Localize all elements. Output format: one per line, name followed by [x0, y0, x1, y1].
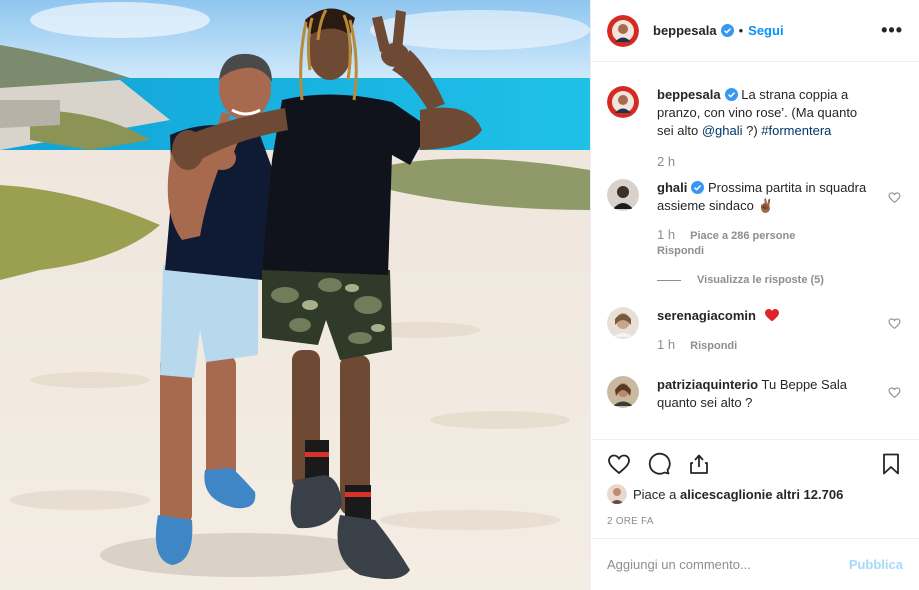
- avatar[interactable]: [607, 14, 639, 47]
- replies-divider: [657, 279, 681, 281]
- red-heart-emoji-icon: [764, 308, 779, 322]
- avatar[interactable]: [607, 484, 627, 504]
- comment-input[interactable]: [607, 557, 849, 572]
- comment-username[interactable]: ghali: [657, 180, 687, 195]
- comment: ghali Prossima partita in squadra assiem…: [607, 179, 903, 289]
- action-bar: [607, 440, 903, 488]
- post-header: beppesala • Segui •••: [591, 0, 919, 62]
- follow-button[interactable]: Segui: [748, 23, 783, 38]
- comment-time[interactable]: 1 h: [657, 337, 675, 352]
- reply-button[interactable]: Rispondi: [690, 340, 737, 352]
- view-replies-button[interactable]: Visualizza le risposte (5): [657, 271, 875, 289]
- like-comment-heart-icon[interactable]: [888, 317, 901, 330]
- hashtag-link[interactable]: #formentera: [761, 123, 831, 138]
- comment-time[interactable]: 1 h: [657, 227, 675, 242]
- comment-text: Prossima partita in squadra assieme sind…: [657, 180, 867, 213]
- avatar[interactable]: [607, 179, 639, 211]
- verified-icon: [691, 181, 705, 194]
- comment: serenagiacomin 1 h Rispondi: [607, 307, 903, 354]
- author-username[interactable]: beppesala: [653, 23, 717, 38]
- likes-summary: Piace a alicescaglioni e altri 12.706: [607, 484, 903, 504]
- caption-time[interactable]: 2 h: [657, 154, 675, 169]
- beach-photo-illustration: [0, 0, 590, 590]
- comment-body: serenagiacomin 1 h Rispondi: [657, 307, 808, 354]
- share-icon[interactable]: [687, 452, 711, 476]
- mention-link[interactable]: @ghali: [702, 123, 743, 138]
- verified-icon: [724, 88, 738, 101]
- post-side-panel: beppesala • Segui ••• beppesala La stran…: [590, 0, 919, 590]
- comment-meta: 1 h Rispondi: [657, 337, 780, 354]
- separator-dot: •: [738, 23, 744, 38]
- like-comment-heart-icon[interactable]: [888, 386, 901, 399]
- likes-user-link[interactable]: alicescaglioni: [680, 487, 765, 502]
- caption-meta: 2 h: [657, 154, 875, 171]
- comment-meta: 1 h Piace a 286 persone Rispondi: [657, 227, 875, 259]
- view-replies-label: Visualizza le risposte (5): [697, 274, 824, 286]
- likes-prefix: Piace a: [633, 486, 677, 502]
- comment-icon[interactable]: [647, 452, 671, 476]
- like-comment-heart-icon[interactable]: [888, 191, 901, 204]
- post-timestamp[interactable]: 2 ORE FA: [607, 516, 903, 527]
- bookmark-icon[interactable]: [879, 452, 903, 476]
- likes-others-link[interactable]: e altri 12.706: [765, 487, 843, 502]
- post-actions: Piace a alicescaglioni e altri 12.706 2 …: [591, 439, 919, 527]
- avatar[interactable]: [607, 86, 639, 118]
- caption: beppesala La strana coppia a pranzo, con…: [607, 86, 903, 171]
- post-photo[interactable]: [0, 0, 590, 590]
- reply-button[interactable]: Rispondi: [657, 245, 704, 257]
- comment-body: patriziaquinterio Tu Beppe Sala quanto s…: [657, 376, 903, 412]
- comment-username[interactable]: serenagiacomin: [657, 308, 756, 323]
- verified-icon: [720, 24, 734, 37]
- avatar[interactable]: [607, 376, 639, 408]
- heart-icon[interactable]: [607, 452, 631, 476]
- avatar[interactable]: [607, 307, 639, 339]
- caption-text: ?): [742, 123, 762, 138]
- more-options-button[interactable]: •••: [881, 20, 903, 41]
- add-comment-bar: Pubblica: [591, 538, 919, 590]
- comments-list[interactable]: beppesala La strana coppia a pranzo, con…: [591, 62, 919, 439]
- caption-username[interactable]: beppesala: [657, 87, 721, 102]
- comment-username[interactable]: patriziaquinterio: [657, 377, 758, 392]
- publish-button[interactable]: Pubblica: [849, 557, 903, 572]
- comment-body: ghali Prossima partita in squadra assiem…: [657, 179, 903, 289]
- comment: patriziaquinterio Tu Beppe Sala quanto s…: [607, 376, 903, 412]
- comment-likes[interactable]: Piace a 286 persone: [690, 230, 795, 242]
- caption-body: beppesala La strana coppia a pranzo, con…: [657, 86, 903, 171]
